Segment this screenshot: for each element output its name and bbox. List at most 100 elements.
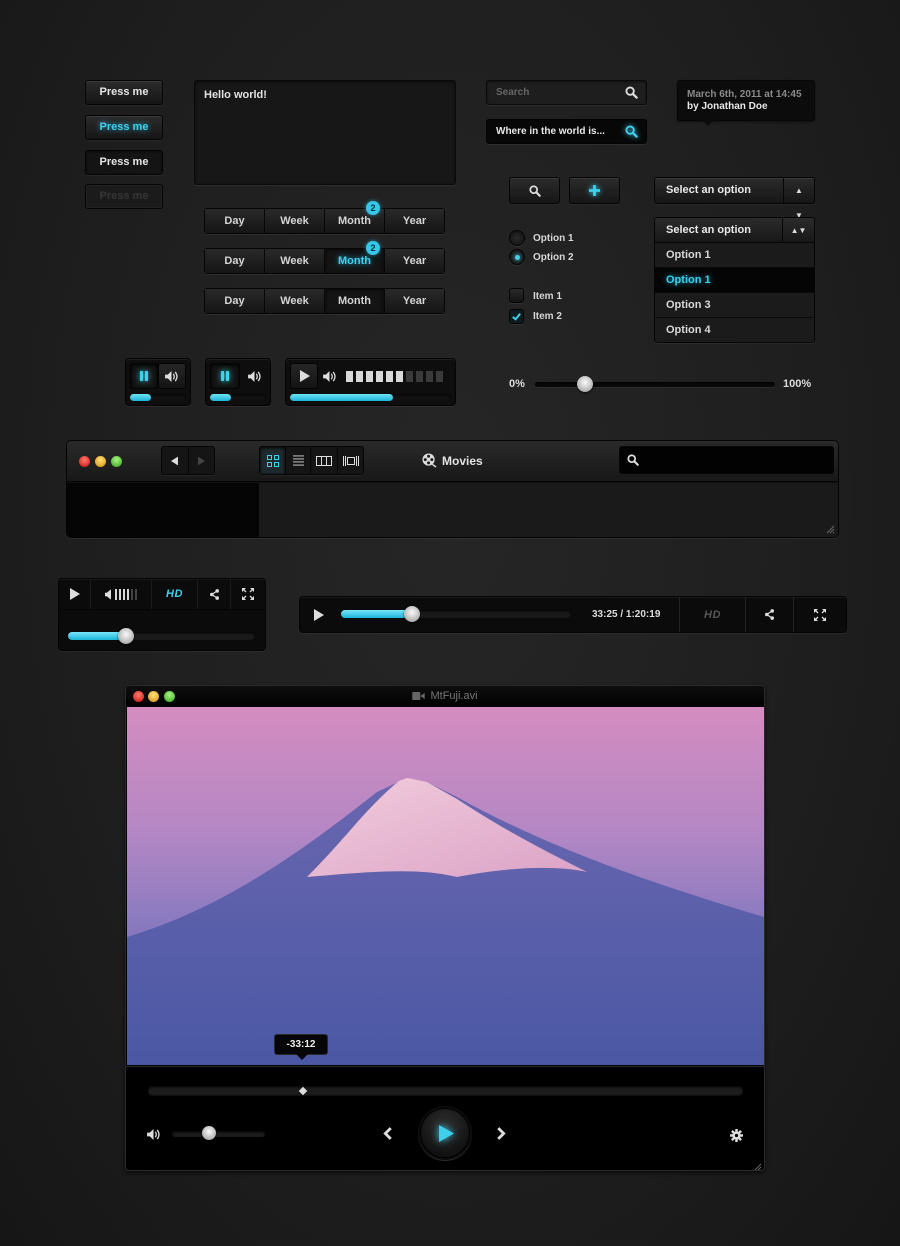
segment-day[interactable]: Day [205,289,265,313]
segment-day[interactable]: Day [205,249,265,273]
message-textarea[interactable]: Hello world! [194,80,456,185]
video-frame[interactable] [127,707,764,1065]
volume-step[interactable] [406,371,413,382]
close-window-button[interactable] [133,691,144,702]
press-me-button-pressed[interactable]: Press me [85,150,163,175]
volume-button[interactable] [158,363,186,389]
add-button[interactable] [569,177,620,204]
volume-step[interactable] [386,371,393,382]
select-dropdown[interactable]: Select an option ▲ ▼ [654,177,815,220]
dropdown-option-selected[interactable]: Option 1 [655,268,814,293]
segment-week[interactable]: Week [265,249,325,273]
dropdown-header[interactable]: Select an option ▲▼ [655,218,814,243]
fullscreen-button[interactable] [793,597,846,632]
search-icon[interactable] [625,125,638,138]
play-button[interactable] [59,579,91,609]
zoom-window-button[interactable] [111,456,122,467]
checkbox-item-1[interactable] [509,288,524,303]
volume-step[interactable] [416,371,423,382]
list-view-button[interactable] [286,447,311,474]
pause-button[interactable] [130,363,158,389]
coverflow-view-button[interactable] [338,447,363,474]
volume-step[interactable] [356,371,363,382]
volume-step[interactable] [115,588,117,600]
pause-button[interactable] [210,363,240,389]
progress-bar[interactable] [130,394,186,401]
resize-grip-icon[interactable] [826,525,835,534]
fullscreen-button[interactable] [231,579,265,609]
seek-knob[interactable] [404,606,421,622]
segment-month[interactable]: Month 2 [325,201,385,233]
previous-icon[interactable] [383,1127,392,1140]
forward-button[interactable] [189,447,215,474]
volume-slider[interactable] [172,1126,265,1140]
search-input-active[interactable] [487,120,607,143]
volume-step[interactable] [127,588,129,600]
segment-label: Day [224,215,245,227]
volume-step[interactable] [366,371,373,382]
seek-bar[interactable] [341,606,571,622]
range-slider[interactable] [535,376,775,392]
resize-grip[interactable] [753,1159,762,1170]
search-icon[interactable] [625,86,638,99]
zoom-window-button[interactable] [164,691,175,702]
play-button[interactable] [314,608,324,626]
segment-week[interactable]: Week [265,209,325,233]
seek-knob[interactable] [117,628,134,644]
volume-step[interactable] [123,588,125,600]
speaker-icon[interactable] [323,371,336,382]
segment-month[interactable]: Month 2 [325,241,385,273]
radio-option-2[interactable] [509,249,525,265]
tooltip-date: March 6th, 2011 at 14:45 [687,89,802,100]
slider-knob[interactable] [577,376,594,392]
back-button[interactable] [162,447,189,474]
search-input[interactable] [487,81,607,104]
window-search-field[interactable] [619,446,834,474]
segment-week[interactable]: Week [265,289,325,313]
segment-year[interactable]: Year [385,289,444,313]
press-me-button-active[interactable]: Press me [85,115,163,140]
volume-step[interactable] [376,371,383,382]
gear-icon[interactable] [730,1129,743,1142]
dropdown-option[interactable]: Option 1 [655,243,814,268]
scrub-bar[interactable] [148,1086,743,1095]
volume-step[interactable] [396,371,403,382]
progress-bar[interactable] [290,394,451,401]
volume-control[interactable] [91,579,152,609]
segment-year[interactable]: Year [385,209,444,233]
play-button[interactable] [290,363,318,389]
share-icon [209,588,219,600]
volume-step[interactable] [135,588,137,600]
radio-option-1[interactable] [509,230,525,246]
progress-bar[interactable] [210,394,266,401]
minimize-window-button[interactable] [95,456,106,467]
volume-step[interactable] [426,371,433,382]
segment-day[interactable]: Day [205,209,265,233]
segment-month[interactable]: Month [325,289,385,313]
volume-button[interactable] [242,363,268,389]
dropdown-option[interactable]: Option 3 [655,293,814,318]
share-button[interactable] [198,579,231,609]
volume-step[interactable] [346,371,353,382]
dropdown-option[interactable]: Option 4 [655,318,814,342]
seek-bar[interactable] [68,628,255,644]
next-icon[interactable] [497,1127,506,1140]
checkbox-item-2[interactable] [509,309,524,324]
share-button[interactable] [745,597,793,632]
volume-step[interactable] [436,371,443,382]
volume-step[interactable] [131,588,133,600]
segment-year[interactable]: Year [385,249,444,273]
search-button[interactable] [509,177,560,204]
minimize-window-button[interactable] [148,691,159,702]
press-me-button-default[interactable]: Press me [85,80,163,105]
grid-view-button[interactable] [260,447,286,474]
volume-steps[interactable] [346,371,443,382]
speaker-icon[interactable] [147,1129,160,1140]
scrub-marker[interactable] [298,1086,307,1095]
hd-toggle[interactable]: HD [679,597,745,632]
hd-toggle[interactable]: HD [152,579,198,609]
volume-step[interactable] [119,588,121,600]
close-window-button[interactable] [79,456,90,467]
big-play-button[interactable] [420,1108,470,1158]
column-view-button[interactable] [311,447,338,474]
